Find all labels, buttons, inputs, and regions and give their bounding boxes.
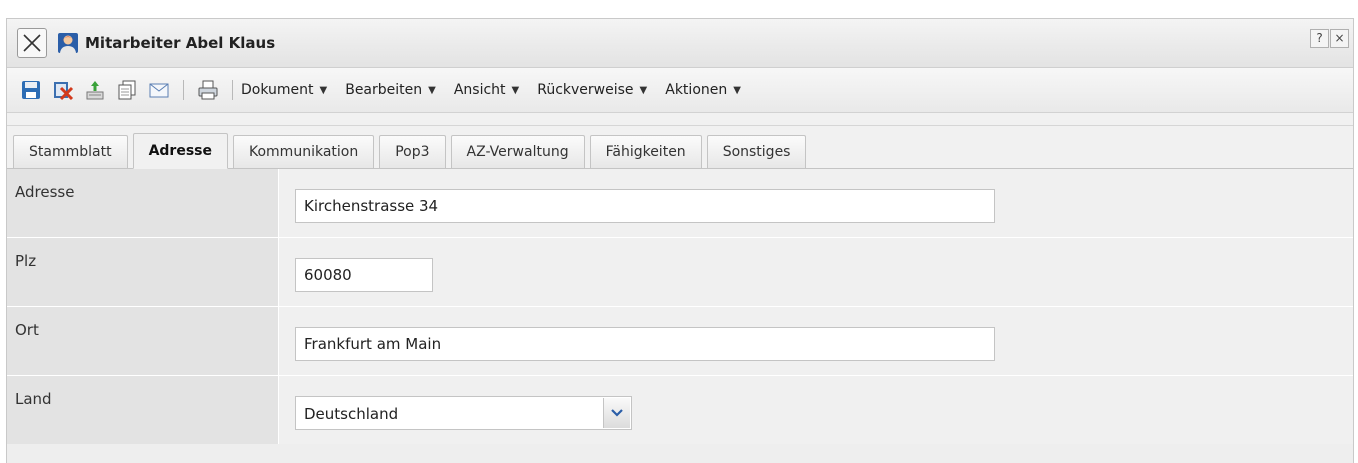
employee-icon: [58, 33, 78, 53]
toolbar: Dokument ▼ Bearbeiten ▼ Ansicht ▼ Rückve…: [7, 68, 1353, 113]
delete-icon: [54, 82, 74, 101]
toolbar-separator: [183, 80, 184, 100]
menu-ansicht[interactable]: Ansicht ▼: [454, 82, 519, 98]
delete-button[interactable]: [52, 79, 74, 101]
tab-kommunikation[interactable]: Kommunikation: [233, 135, 375, 168]
caret-down-icon: ▼: [733, 84, 741, 96]
window-title: Mitarbeiter Abel Klaus: [85, 34, 276, 52]
mail-button[interactable]: [148, 79, 170, 101]
tab-faehigkeiten[interactable]: Fähigkeiten: [589, 135, 702, 168]
ort-input[interactable]: [295, 327, 995, 361]
close-window-button[interactable]: [17, 28, 47, 58]
export-button[interactable]: [84, 79, 106, 101]
tab-az-verwaltung[interactable]: AZ-Verwaltung: [450, 135, 585, 168]
caret-down-icon: ▼: [428, 84, 436, 96]
print-button[interactable]: [197, 79, 219, 101]
form-row-land: Land Deutschland: [7, 376, 1353, 444]
help-button[interactable]: ?: [1310, 29, 1329, 48]
save-icon: [22, 81, 40, 99]
title-bar: Mitarbeiter Abel Klaus ? ×: [7, 19, 1353, 68]
tab-bar: Stammblatt Adresse Kommunikation Pop3 AZ…: [7, 126, 1353, 169]
menu-rueckverweise[interactable]: Rückverweise ▼: [537, 82, 647, 98]
tab-pop3[interactable]: Pop3: [379, 135, 446, 168]
form-row-plz: Plz: [7, 238, 1353, 307]
caret-down-icon: ▼: [511, 84, 520, 96]
caret-down-icon: ▼: [319, 84, 328, 96]
plz-input[interactable]: [295, 258, 433, 292]
copy-icon: [118, 80, 136, 100]
tab-sonstiges[interactable]: Sonstiges: [706, 135, 807, 168]
toolbar-spacer: [7, 113, 1353, 126]
toolbar-separator: [232, 80, 233, 100]
print-icon: [198, 80, 218, 100]
mail-icon: [149, 83, 169, 98]
tab-stammblatt[interactable]: Stammblatt: [13, 135, 128, 168]
close-icon: [23, 34, 41, 52]
land-dropdown-button[interactable]: [603, 398, 630, 428]
menu-label: Rückverweise: [537, 82, 634, 98]
close-button[interactable]: ×: [1330, 29, 1349, 48]
menu-aktionen[interactable]: Aktionen ▼: [665, 82, 741, 98]
land-select[interactable]: Deutschland: [295, 396, 632, 430]
land-label: Land: [7, 376, 279, 444]
adresse-input[interactable]: [295, 189, 995, 223]
land-selected-value: Deutschland: [304, 405, 399, 423]
employee-window: Mitarbeiter Abel Klaus ? × Dokument ▼ Be…: [6, 18, 1354, 463]
ort-label: Ort: [7, 307, 279, 375]
export-icon: [86, 81, 104, 100]
adresse-label: Adresse: [7, 169, 279, 237]
menu-label: Dokument: [241, 82, 314, 98]
menu-label: Bearbeiten: [345, 82, 423, 98]
menu-label: Ansicht: [453, 82, 506, 98]
menu-dokument[interactable]: Dokument ▼: [241, 82, 327, 98]
chevron-down-icon: [611, 409, 623, 417]
menu-label: Aktionen: [665, 82, 728, 98]
form-row-ort: Ort: [7, 307, 1353, 376]
form-row-adresse: Adresse: [7, 169, 1353, 238]
caret-down-icon: ▼: [639, 84, 648, 96]
copy-button[interactable]: [116, 79, 138, 101]
save-button[interactable]: [20, 79, 42, 101]
menu-bearbeiten[interactable]: Bearbeiten ▼: [345, 82, 436, 98]
tab-adresse[interactable]: Adresse: [132, 133, 228, 169]
plz-label: Plz: [7, 238, 279, 306]
address-form: Adresse Plz Ort Land Deutschland: [7, 169, 1353, 444]
